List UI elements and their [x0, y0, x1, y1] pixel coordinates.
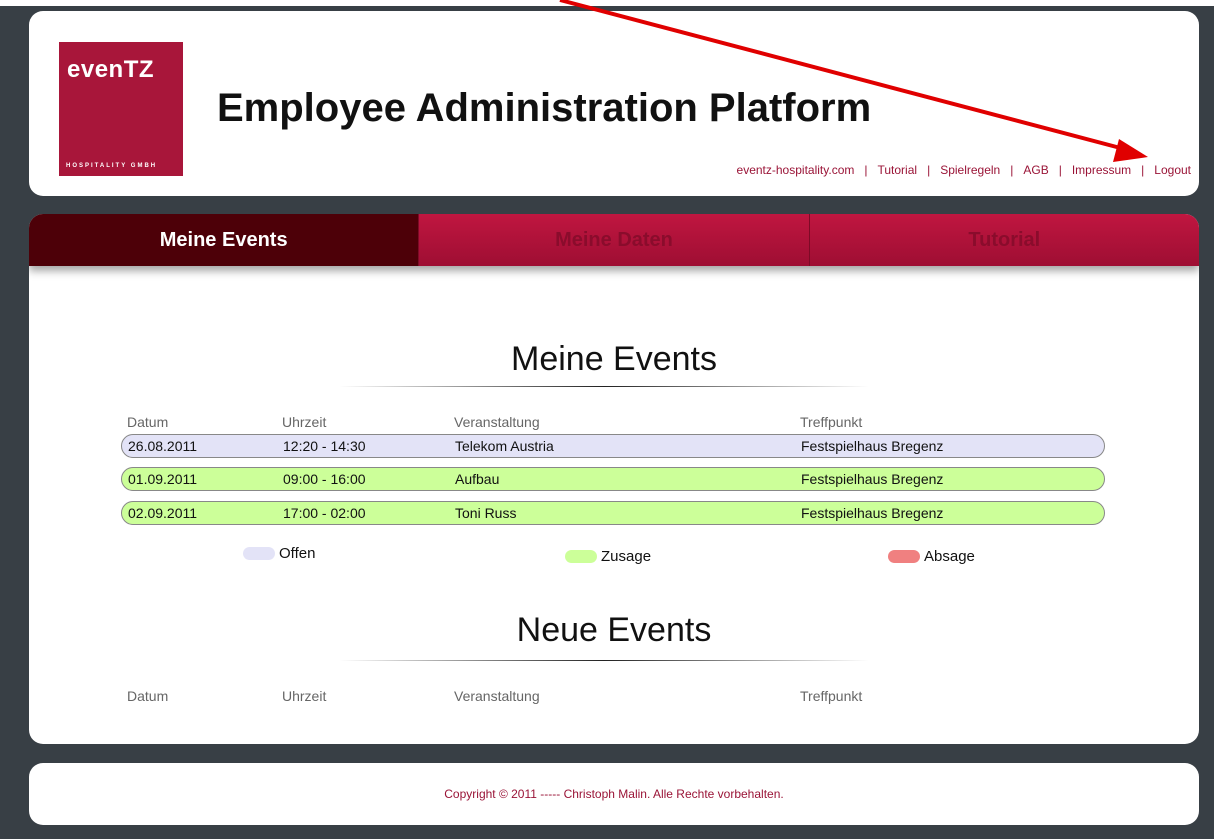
event-row[interactable]: 26.08.2011 12:20 - 14:30 Telekom Austria…	[121, 434, 1105, 458]
event-row[interactable]: 02.09.2011 17:00 - 02:00 Toni Russ Fests…	[121, 501, 1105, 525]
new-events-heading: Neue Events	[516, 611, 712, 649]
my-events-heading: Meine Events	[511, 340, 717, 378]
nav-link-impressum[interactable]: Impressum	[1072, 163, 1131, 177]
nav-separator: |	[864, 163, 868, 177]
legend-label: Zusage	[601, 548, 652, 565]
legend-offen: Offen	[243, 545, 315, 562]
header: evenTZ HOSPITALITY GMBH Employee Adminis…	[29, 11, 1199, 196]
column-header-meeting-point: Treffpunkt	[800, 688, 863, 704]
nav-separator: |	[927, 163, 931, 177]
logo-subtitle: HOSPITALITY GMBH	[66, 163, 158, 169]
logout-link[interactable]: Logout	[1154, 163, 1191, 177]
nav-link-website[interactable]: eventz-hospitality.com	[737, 163, 855, 177]
column-header-date: Datum	[127, 688, 169, 704]
nav-separator: |	[1141, 163, 1145, 177]
event-name: Toni Russ	[455, 505, 517, 521]
event-name: Aufbau	[455, 471, 500, 487]
event-date: 01.09.2011	[128, 471, 198, 487]
event-meeting-point: Festspielhaus Bregenz	[801, 471, 944, 487]
event-time: 17:00 - 02:00	[283, 505, 366, 521]
column-header-event: Veranstaltung	[454, 414, 540, 430]
event-row[interactable]: 01.09.2011 09:00 - 16:00 Aufbau Festspie…	[121, 467, 1105, 491]
legend-zusage: Zusage	[565, 548, 651, 565]
copyright-text: Copyright © 2011 ----- Christoph Malin. …	[444, 787, 784, 801]
column-header-date: Datum	[127, 414, 169, 430]
column-header-event: Veranstaltung	[454, 688, 540, 704]
tab-tutorial[interactable]: Tutorial	[808, 214, 1199, 266]
column-header-time: Uhrzeit	[282, 688, 327, 704]
legend-swatch-zusage	[565, 550, 597, 563]
event-meeting-point: Festspielhaus Bregenz	[801, 505, 944, 521]
legend-swatch-absage	[888, 550, 920, 563]
column-header-meeting-point: Treffpunkt	[800, 414, 863, 430]
logo-brand: evenTZ	[67, 56, 155, 83]
tab-bar: Meine Events Meine Daten Tutorial	[29, 214, 1199, 266]
event-name: Telekom Austria	[455, 438, 554, 454]
tab-meine-events[interactable]: Meine Events	[29, 214, 419, 266]
tab-meine-daten[interactable]: Meine Daten	[418, 214, 809, 266]
event-time: 09:00 - 16:00	[283, 471, 366, 487]
heading-divider	[339, 660, 869, 661]
legend-label: Offen	[279, 545, 316, 562]
event-date: 26.08.2011	[128, 438, 198, 454]
event-date: 02.09.2011	[128, 505, 198, 521]
event-meeting-point: Festspielhaus Bregenz	[801, 438, 944, 454]
page-title: Employee Administration Platform	[217, 86, 872, 130]
logo[interactable]: evenTZ HOSPITALITY GMBH	[59, 42, 183, 176]
footer: Copyright © 2011 ----- Christoph Malin. …	[29, 763, 1199, 825]
nav-link-tutorial[interactable]: Tutorial	[877, 163, 917, 177]
legend-absage: Absage	[888, 548, 975, 565]
nav-separator: |	[1010, 163, 1014, 177]
heading-divider	[339, 386, 869, 387]
legend-swatch-offen	[243, 547, 275, 560]
nav-link-spielregeln[interactable]: Spielregeln	[940, 163, 1000, 177]
nav-link-agb[interactable]: AGB	[1023, 163, 1048, 177]
top-nav: eventz-hospitality.com | Tutorial | Spielreg…	[737, 163, 1191, 177]
column-header-time: Uhrzeit	[282, 414, 327, 430]
nav-separator: |	[1058, 163, 1062, 177]
event-time: 12:20 - 14:30	[283, 438, 366, 454]
top-strip	[0, 0, 1214, 6]
legend-label: Absage	[924, 548, 975, 565]
main-content: Meine Events Meine Daten Tutorial Meine …	[29, 214, 1199, 744]
